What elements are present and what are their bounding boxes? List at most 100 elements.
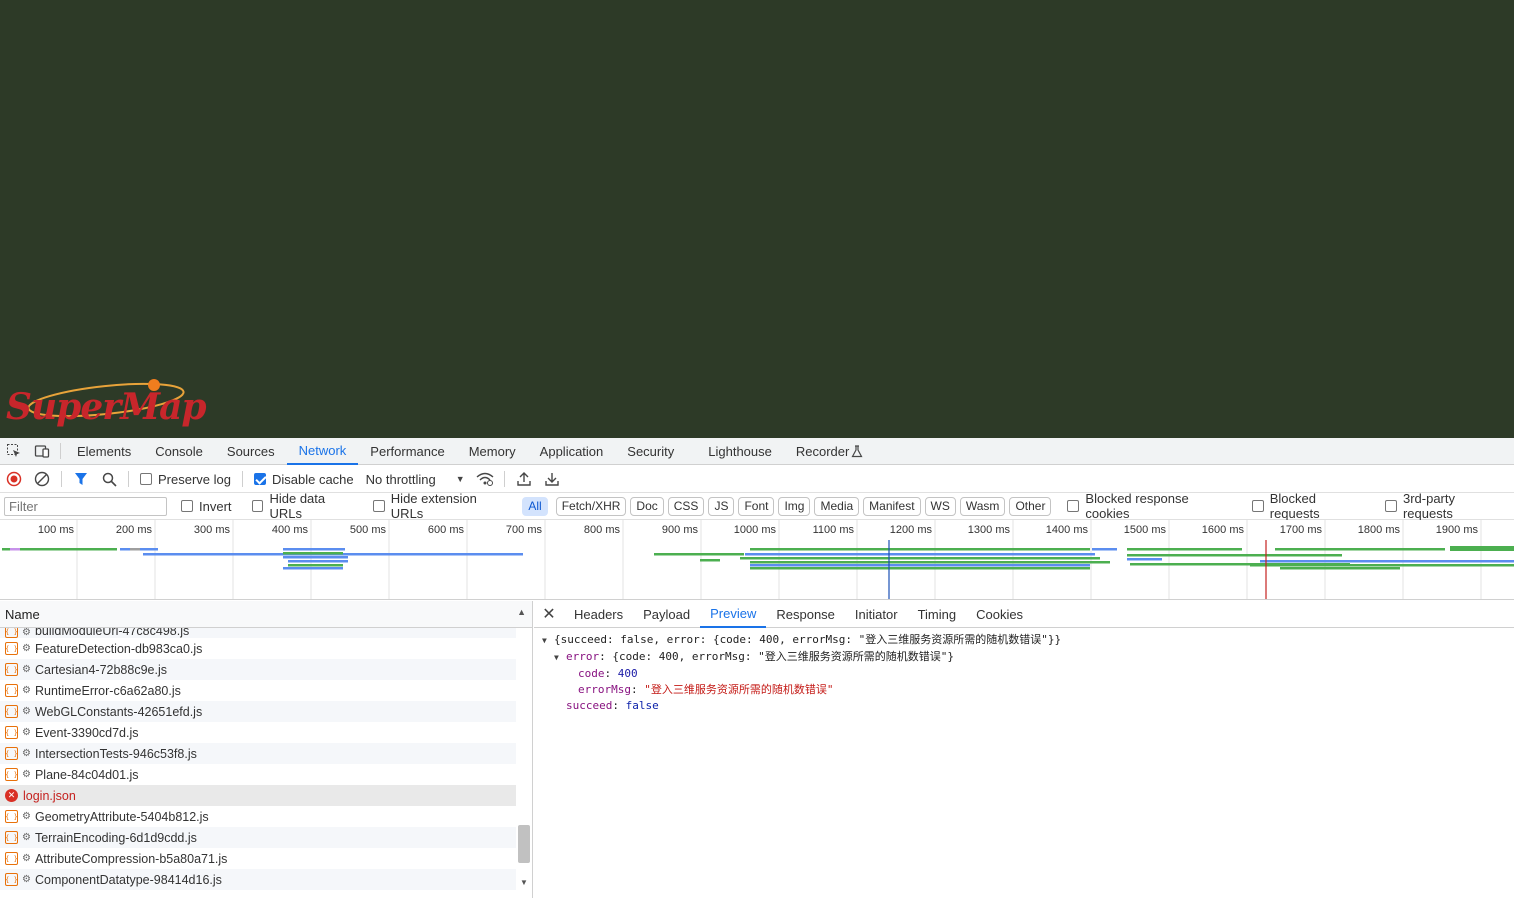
request-row[interactable]: { } ⚙ WebGLConstants-42651efd.js [0, 701, 516, 722]
type-filter-doc[interactable]: Doc [630, 496, 664, 516]
timeline-tick-label: 600 ms [428, 524, 465, 536]
tab-console[interactable]: Console [143, 438, 215, 465]
request-name: Cartesian4-72b88c9e.js [34, 662, 167, 677]
preserve-log-checkbox[interactable]: Preserve log [134, 472, 237, 487]
request-row[interactable]: { } ⚙ TerrainEncoding-6d1d9cdd.js [0, 827, 516, 848]
checkbox-box-checked[interactable] [253, 473, 266, 485]
record-stop-icon[interactable] [0, 466, 28, 493]
request-row[interactable]: { } ⚙ Plane-84c04d01.js [0, 764, 516, 785]
request-row[interactable]: { } ⚙ buildModuleUrl-47c8c498.js [0, 628, 516, 638]
timeline-tick-label: 1600 ms [1202, 524, 1245, 536]
filter-icon[interactable] [67, 466, 95, 493]
checkbox-box[interactable] [251, 500, 264, 512]
blocked-response-cookies-checkbox[interactable]: Blocked response cookies [1061, 491, 1241, 521]
tab-initiator[interactable]: Initiator [845, 601, 908, 628]
invert-checkbox[interactable]: Invert [175, 499, 238, 514]
checkbox-box[interactable] [1385, 500, 1397, 512]
type-filter-js[interactable]: JS [708, 496, 735, 516]
tab-recorder[interactable]: Recorder [784, 438, 851, 465]
hide-extension-urls-checkbox[interactable]: Hide extension URLs [367, 491, 519, 521]
network-timeline-overview[interactable]: 100 ms 200 ms 300 ms 400 ms 500 ms 600 ms 700 … [0, 520, 1514, 600]
scrollbar-thumb[interactable] [518, 825, 530, 863]
filter-input[interactable] [4, 496, 167, 516]
request-row[interactable]: { } ⚙ FeatureDetection-db983ca0.js [0, 638, 516, 659]
request-row-error[interactable]: ✕ login.json [0, 785, 516, 806]
requests-scrollbar[interactable]: ▼ [517, 628, 531, 893]
checkbox-box[interactable] [1251, 500, 1264, 512]
type-filter-other[interactable]: Other [1009, 496, 1052, 516]
tab-elements[interactable]: Elements [65, 438, 143, 465]
checkbox-box[interactable] [1067, 500, 1080, 512]
type-filter-media[interactable]: Media [814, 496, 860, 516]
gear-icon: ⚙ [22, 832, 31, 843]
flask-icon [851, 444, 863, 458]
disable-cache-checkbox[interactable]: Disable cache [248, 472, 360, 487]
checkbox-box[interactable] [372, 500, 385, 512]
type-filter-font[interactable]: Font [738, 496, 775, 516]
tab-timing[interactable]: Timing [908, 601, 967, 628]
request-row[interactable]: { } ⚙ ComponentDatatype-98414d16.js [0, 869, 516, 890]
script-file-icon: { } [5, 684, 18, 697]
tab-memory[interactable]: Memory [457, 438, 528, 465]
type-filter-fetch-xhr[interactable]: Fetch/XHR [555, 496, 627, 516]
tab-performance[interactable]: Performance [358, 438, 456, 465]
timeline-tick-label: 1200 ms [890, 524, 933, 536]
json-value-succeed: false [625, 699, 659, 712]
request-name: RuntimeError-c6a62a80.js [34, 683, 181, 698]
third-party-requests-checkbox[interactable]: 3rd-party requests [1379, 491, 1514, 521]
timeline-request-bar [1127, 558, 1162, 561]
json-root-line[interactable]: ▼ {succeed: false, error: {code: 400, err… [542, 632, 1514, 649]
type-filter-css[interactable]: CSS [667, 496, 705, 516]
type-filter-wasm[interactable]: Wasm [959, 496, 1006, 516]
device-toolbar-icon[interactable] [28, 438, 56, 465]
checkbox-box[interactable] [181, 500, 193, 512]
tab-network[interactable]: Network [286, 438, 359, 465]
tab-preview[interactable]: Preview [700, 601, 767, 628]
request-row[interactable]: { } ⚙ Cartesian4-72b88c9e.js [0, 659, 516, 680]
close-icon[interactable]: ✕ [534, 604, 564, 624]
timeline-tick-label: 700 ms [506, 524, 543, 536]
tab-cookies[interactable]: Cookies [966, 601, 1033, 628]
timeline-request-bar [288, 564, 343, 567]
tab-headers[interactable]: Headers [564, 601, 633, 628]
request-row[interactable]: { } ⚙ IntersectionTests-946c53f8.js [0, 743, 516, 764]
type-filter-manifest[interactable]: Manifest [863, 496, 921, 516]
type-filter-all[interactable]: All [522, 496, 548, 516]
timeline-request-bar [1127, 554, 1342, 557]
type-filter-ws[interactable]: WS [924, 496, 956, 516]
hide-data-urls-checkbox[interactable]: Hide data URLs [246, 491, 367, 521]
throttling-select[interactable]: No throttling ▼ [360, 472, 471, 487]
script-file-icon: { } [5, 705, 18, 718]
expand-triangle-icon[interactable]: ▼ [542, 633, 554, 649]
inspect-element-icon[interactable] [0, 438, 28, 465]
type-filter-img[interactable]: Img [778, 496, 811, 516]
gear-icon: ⚙ [22, 853, 31, 864]
tab-lighthouse[interactable]: Lighthouse [696, 438, 784, 465]
search-icon[interactable] [95, 466, 123, 493]
request-row[interactable]: { } ⚙ AttributeCompression-b5a80a71.js [0, 848, 516, 869]
timeline-tick-label: 400 ms [272, 524, 309, 536]
tab-payload[interactable]: Payload [633, 601, 700, 628]
clear-icon[interactable] [28, 466, 56, 493]
json-error-line[interactable]: ▼ error: {code: 400, errorMsg: "登入三维服务资源所… [542, 649, 1514, 666]
request-row[interactable]: { } ⚙ Event-3390cd7d.js [0, 722, 516, 743]
request-name: IntersectionTests-946c53f8.js [34, 746, 197, 761]
tab-security[interactable]: Security [615, 438, 696, 465]
checkbox-box[interactable] [140, 473, 152, 485]
request-row[interactable]: { } ⚙ GeometryAttribute-5404b812.js [0, 806, 516, 827]
scroll-down-icon[interactable]: ▼ [520, 878, 528, 887]
tab-application[interactable]: Application [528, 438, 616, 465]
tab-sources[interactable]: Sources [215, 438, 287, 465]
network-conditions-icon[interactable] [471, 466, 499, 493]
expand-triangle-icon[interactable]: ▼ [554, 650, 566, 666]
name-column-header[interactable]: Name [5, 607, 40, 622]
request-row[interactable]: { } ⚙ RuntimeError-c6a62a80.js [0, 680, 516, 701]
requests-table-header[interactable]: Name ▲ [0, 601, 532, 628]
timeline-request-bar [700, 559, 720, 562]
download-har-icon[interactable] [538, 466, 566, 493]
gear-icon: ⚙ [22, 664, 31, 675]
upload-har-icon[interactable] [510, 466, 538, 493]
blocked-requests-checkbox[interactable]: Blocked requests [1246, 491, 1375, 521]
timeline-request-bar [1450, 546, 1514, 551]
tab-response[interactable]: Response [766, 601, 845, 628]
